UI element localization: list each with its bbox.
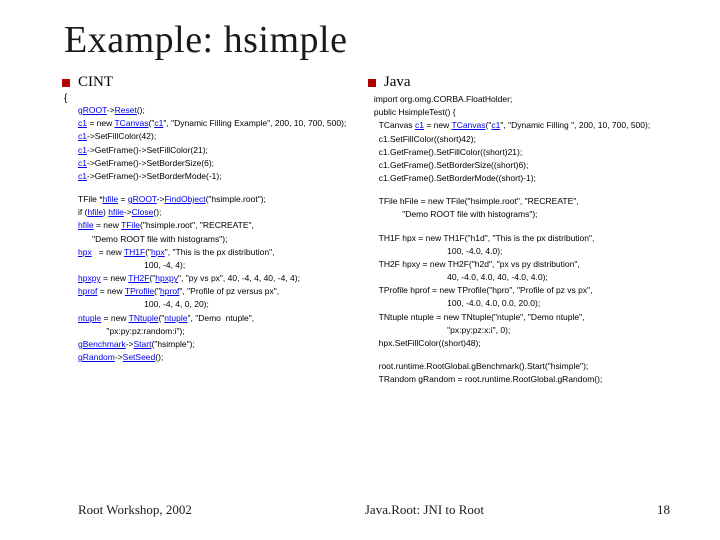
- left-heading-row: CINT: [62, 74, 362, 91]
- right-block-4: root.runtime.RootGlobal.gBenchmark().Sta…: [374, 360, 680, 386]
- open-brace: {: [64, 93, 362, 104]
- slide-title: Example: hsimple: [64, 18, 672, 62]
- page-number: 18: [657, 502, 670, 518]
- right-column: Java import org.omg.CORBA.FloatHolder;pu…: [370, 74, 680, 396]
- right-block-1: import org.omg.CORBA.FloatHolder;public …: [374, 93, 680, 185]
- bullet-icon: [62, 79, 70, 87]
- columns: CINT { gROOT->Reset();c1 = new TCanvas("…: [64, 74, 672, 396]
- right-heading: Java: [384, 74, 411, 91]
- footer: Root Workshop, 2002 Java.Root: JNI to Ro…: [0, 502, 720, 518]
- left-block-1: gROOT->Reset();c1 = new TCanvas("c1", "D…: [78, 104, 362, 183]
- right-block-2: TFile hFile = new TFile("hsimple.root", …: [374, 195, 680, 221]
- left-block-2: TFile *hfile = gROOT->FindObject("hsimpl…: [78, 193, 362, 364]
- left-heading: CINT: [78, 74, 113, 91]
- left-column: CINT { gROOT->Reset();c1 = new TCanvas("…: [64, 74, 362, 396]
- right-code: import org.omg.CORBA.FloatHolder;public …: [370, 93, 680, 386]
- footer-center: Java.Root: JNI to Root: [365, 502, 484, 518]
- right-heading-row: Java: [368, 74, 680, 91]
- slide: Example: hsimple CINT { gROOT->Reset();c…: [0, 0, 720, 540]
- footer-left: Root Workshop, 2002: [78, 502, 192, 518]
- bullet-icon: [368, 79, 376, 87]
- left-code: gROOT->Reset();c1 = new TCanvas("c1", "D…: [64, 104, 362, 364]
- right-block-3: TH1F hpx = new TH1F("h1d", "This is the …: [374, 232, 680, 351]
